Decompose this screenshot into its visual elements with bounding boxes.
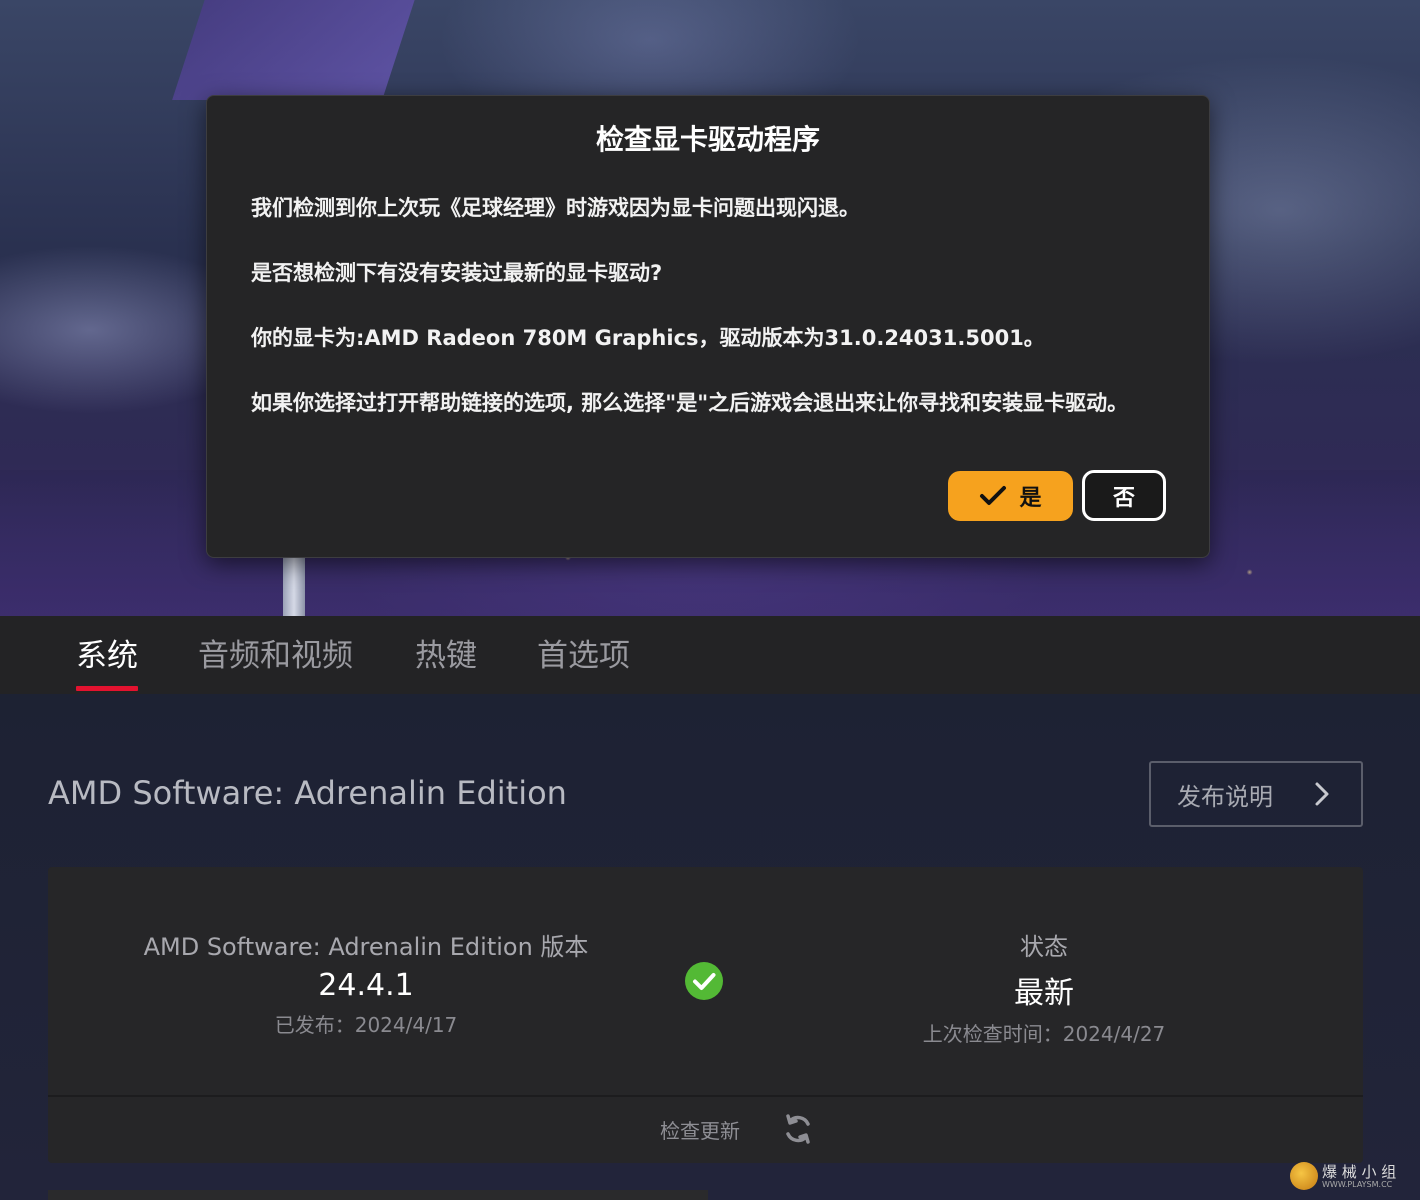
version-value: 24.4.1 bbox=[318, 968, 414, 1003]
status-label: 状态 bbox=[1020, 933, 1068, 961]
tab-label: 首选项 bbox=[537, 638, 630, 674]
last-checked: 上次检查时间：2024/4/27 bbox=[922, 1022, 1166, 1046]
software-version-card: AMD Software: Adrenalin Edition 版本 24.4.… bbox=[48, 867, 1363, 1163]
section-title: AMD Software: Adrenalin Edition bbox=[48, 774, 567, 812]
version-column: AMD Software: Adrenalin Edition 版本 24.4.… bbox=[108, 927, 624, 1038]
watermark-url: WWW.PLAYSM.CC bbox=[1322, 1179, 1393, 1189]
status-value: 最新 bbox=[1014, 976, 1074, 1011]
version-label: AMD Software: Adrenalin Edition 版本 bbox=[143, 933, 589, 961]
next-card-edge bbox=[48, 1190, 708, 1200]
dialog-message-gpu-info: 你的显卡为:AMD Radeon 780M Graphics，驱动版本为31.0… bbox=[251, 326, 1045, 350]
dialog-message-crash: 我们检测到你上次玩《足球经理》时游戏因为显卡问题出现闪退。 bbox=[251, 196, 860, 220]
status-column: 状态 最新 上次检查时间：2024/4/27 bbox=[808, 927, 1280, 1047]
tab-label: 系统 bbox=[76, 638, 138, 674]
tab-label: 音频和视频 bbox=[198, 638, 353, 674]
watermark-text: 爆 械 小 组 bbox=[1322, 1162, 1397, 1181]
checkmark-icon bbox=[980, 486, 1007, 505]
tab-label: 热键 bbox=[415, 638, 477, 674]
watermark-text-block: 爆 械 小 组 WWW.PLAYSM.CC bbox=[1322, 1164, 1396, 1189]
banner-decoration bbox=[172, 0, 418, 100]
dialog-body: 我们检测到你上次玩《足球经理》时游戏因为显卡问题出现闪退。 是否想检测下有没有安… bbox=[251, 192, 1171, 420]
refresh-icon[interactable] bbox=[783, 1112, 813, 1146]
tab-system[interactable]: 系统 bbox=[76, 630, 138, 694]
yes-button-label: 是 bbox=[1019, 486, 1042, 511]
watermark: 爆 械 小 组 WWW.PLAYSM.CC bbox=[1290, 1158, 1415, 1194]
watermark-logo-icon bbox=[1290, 1162, 1318, 1190]
tab-preferences[interactable]: 首选项 bbox=[537, 630, 630, 694]
chevron-right-icon bbox=[1315, 782, 1329, 806]
tab-audio-video[interactable]: 音频和视频 bbox=[198, 630, 353, 694]
yes-button[interactable]: 是 bbox=[948, 471, 1073, 521]
release-notes-label: 发布说明 bbox=[1177, 782, 1273, 811]
release-notes-button[interactable]: 发布说明 bbox=[1149, 761, 1363, 827]
card-divider bbox=[48, 1095, 1363, 1097]
no-button-label: 否 bbox=[1112, 485, 1135, 511]
dialog-title: 检查显卡驱动程序 bbox=[595, 123, 820, 156]
main-content: AMD Software: Adrenalin Edition 发布说明 AMD… bbox=[0, 694, 1420, 1200]
status-ok-icon bbox=[685, 962, 723, 1000]
active-tab-indicator bbox=[76, 686, 138, 691]
tab-bar: 系统 音频和视频 热键 首选项 bbox=[0, 616, 1420, 694]
dialog-message-help: 如果你选择过打开帮助链接的选项, 那么选择"是"之后游戏会退出来让你寻找和安装显… bbox=[251, 391, 1129, 415]
gpu-driver-dialog: 检查显卡驱动程序 我们检测到你上次玩《足球经理》时游戏因为显卡问题出现闪退。 是… bbox=[206, 95, 1210, 558]
check-update-button[interactable]: 检查更新 bbox=[660, 1115, 740, 1144]
release-date: 已发布：2024/4/17 bbox=[274, 1013, 458, 1037]
tab-hotkeys[interactable]: 热键 bbox=[415, 630, 477, 694]
no-button[interactable]: 否 bbox=[1082, 470, 1166, 521]
dialog-message-question: 是否想检测下有没有安装过最新的显卡驱动? bbox=[251, 261, 663, 285]
